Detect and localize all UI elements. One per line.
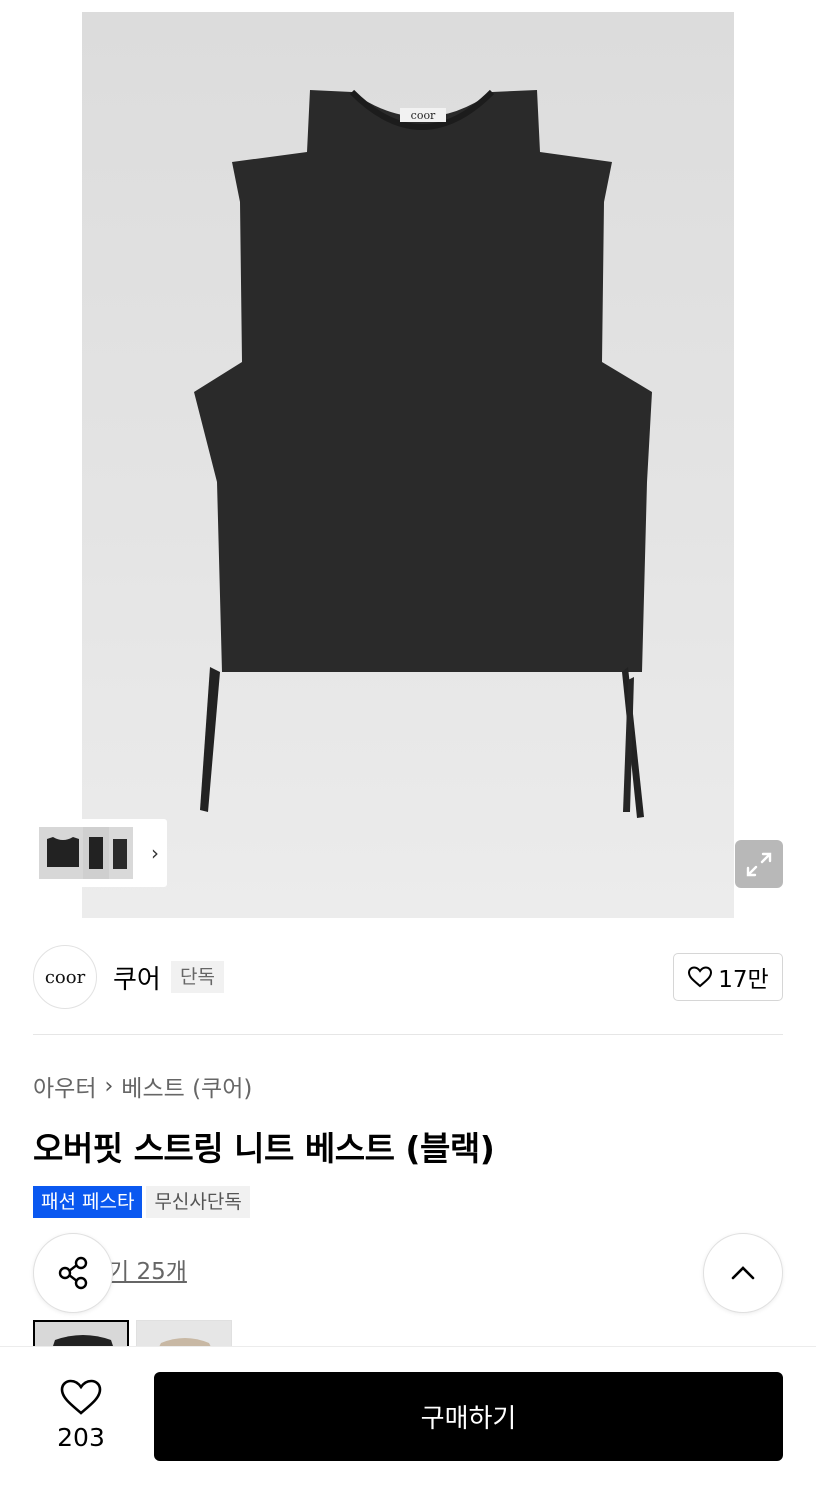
brand-like-button[interactable]: 17만 xyxy=(673,953,783,1001)
tag-musinsa-exclusive: 무신사단독 xyxy=(146,1186,250,1218)
expand-icon xyxy=(746,852,772,877)
heart-icon xyxy=(60,1379,102,1415)
product-gallery[interactable]: coor › xyxy=(0,0,816,920)
chevron-right-icon: › xyxy=(104,1073,114,1099)
chevron-right-icon[interactable]: › xyxy=(151,841,159,865)
product-photo: coor xyxy=(82,12,734,918)
breadcrumb-subcategory[interactable]: 베스트 (쿠어) xyxy=(121,1069,252,1103)
chevron-up-icon xyxy=(731,1266,755,1280)
thumbnail-2[interactable] xyxy=(83,827,109,879)
share-icon xyxy=(58,1256,88,1290)
thumbnail-3[interactable] xyxy=(109,827,133,879)
brand-logo[interactable]: coor xyxy=(33,945,97,1009)
wishlist-count: 203 xyxy=(57,1423,105,1452)
brand-like-count: 17만 xyxy=(718,967,769,993)
breadcrumb: 아우터 › 베스트 (쿠어) xyxy=(33,1069,252,1103)
brand-row: coor 쿠어 단독 17만 xyxy=(33,945,783,1009)
breadcrumb-category[interactable]: 아우터 xyxy=(33,1069,96,1103)
bottom-bar: 203 구매하기 xyxy=(0,1346,816,1500)
garment-label-text: coor xyxy=(411,109,436,122)
expand-button[interactable] xyxy=(735,840,783,888)
review-link[interactable]: 기 25개 xyxy=(108,1252,187,1286)
wishlist-button[interactable]: 203 xyxy=(40,1377,122,1452)
product-title: 오버핏 스트링 니트 베스트 (블랙) xyxy=(33,1129,495,1168)
vest-image: coor xyxy=(194,89,652,818)
tag-fashion-festa: 패션 페스타 xyxy=(33,1186,143,1218)
thumbnail-1[interactable] xyxy=(39,827,87,879)
share-button[interactable] xyxy=(33,1233,113,1313)
heart-icon xyxy=(688,966,713,988)
scroll-top-button[interactable] xyxy=(703,1233,783,1313)
thumbnail-strip[interactable]: › xyxy=(33,819,167,887)
brand-name[interactable]: 쿠어 xyxy=(113,959,161,996)
divider xyxy=(33,1034,783,1035)
buy-button[interactable]: 구매하기 xyxy=(154,1372,783,1461)
exclusive-badge: 단독 xyxy=(171,961,224,993)
product-tags: 패션 페스타 무신사단독 xyxy=(33,1186,250,1218)
